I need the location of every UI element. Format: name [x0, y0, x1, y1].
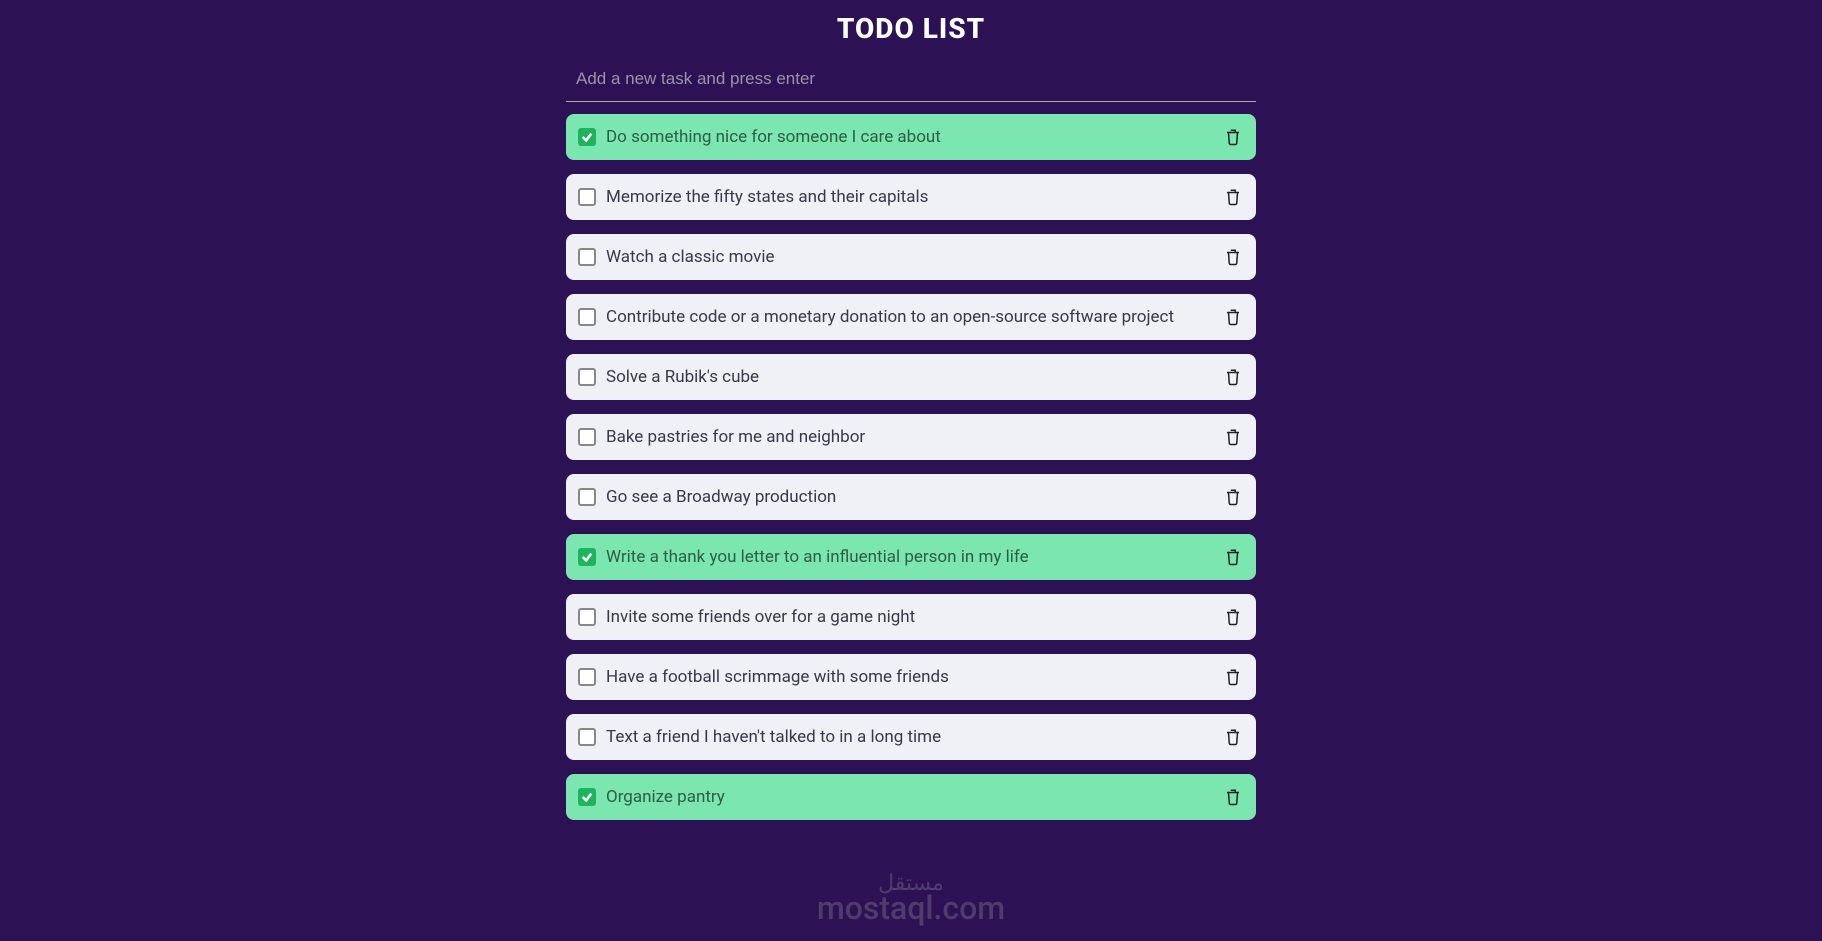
- delete-button[interactable]: [1222, 486, 1244, 508]
- task-checkbox[interactable]: [578, 728, 596, 746]
- task-row: Have a football scrimmage with some frie…: [566, 654, 1256, 700]
- task-checkbox[interactable]: [578, 368, 596, 386]
- watermark-line2: mostaql.com: [817, 894, 1005, 923]
- task-row: Write a thank you letter to an influenti…: [566, 534, 1256, 580]
- task-label: Watch a classic movie: [606, 247, 1222, 267]
- task-checkbox[interactable]: [578, 668, 596, 686]
- task-checkbox[interactable]: [578, 488, 596, 506]
- task-row: Do something nice for someone I care abo…: [566, 114, 1256, 160]
- delete-button[interactable]: [1222, 126, 1244, 148]
- task-row: Memorize the fifty states and their capi…: [566, 174, 1256, 220]
- delete-button[interactable]: [1222, 786, 1244, 808]
- task-list: Do something nice for someone I care abo…: [566, 114, 1256, 820]
- task-checkbox[interactable]: [578, 128, 596, 146]
- task-row: Contribute code or a monetary donation t…: [566, 294, 1256, 340]
- task-checkbox[interactable]: [578, 608, 596, 626]
- watermark: مستقل mostaql.com: [817, 874, 1005, 923]
- delete-button[interactable]: [1222, 426, 1244, 448]
- task-row: Invite some friends over for a game nigh…: [566, 594, 1256, 640]
- task-row: Watch a classic movie: [566, 234, 1256, 280]
- task-checkbox[interactable]: [578, 548, 596, 566]
- delete-button[interactable]: [1222, 546, 1244, 568]
- task-row: Text a friend I haven't talked to in a l…: [566, 714, 1256, 760]
- task-checkbox[interactable]: [578, 428, 596, 446]
- task-row: Solve a Rubik's cube: [566, 354, 1256, 400]
- task-label: Organize pantry: [606, 787, 1222, 807]
- task-checkbox[interactable]: [578, 788, 596, 806]
- task-row: Bake pastries for me and neighbor: [566, 414, 1256, 460]
- delete-button[interactable]: [1222, 366, 1244, 388]
- task-label: Invite some friends over for a game nigh…: [606, 607, 1222, 627]
- task-label: Memorize the fifty states and their capi…: [606, 187, 1222, 207]
- new-task-input-container: [566, 57, 1256, 102]
- task-row: Go see a Broadway production: [566, 474, 1256, 520]
- task-label: Write a thank you letter to an influenti…: [606, 547, 1222, 567]
- task-label: Do something nice for someone I care abo…: [606, 127, 1222, 147]
- delete-button[interactable]: [1222, 186, 1244, 208]
- task-label: Bake pastries for me and neighbor: [606, 427, 1222, 447]
- task-checkbox[interactable]: [578, 308, 596, 326]
- task-row: Organize pantry: [566, 774, 1256, 820]
- task-label: Have a football scrimmage with some frie…: [606, 667, 1222, 687]
- task-checkbox[interactable]: [578, 188, 596, 206]
- delete-button[interactable]: [1222, 606, 1244, 628]
- watermark-line1: مستقل: [817, 874, 1005, 894]
- delete-button[interactable]: [1222, 666, 1244, 688]
- task-label: Text a friend I haven't talked to in a l…: [606, 727, 1222, 747]
- delete-button[interactable]: [1222, 246, 1244, 268]
- page-title: TODO LIST: [566, 12, 1256, 45]
- new-task-input[interactable]: [566, 57, 1256, 101]
- task-label: Solve a Rubik's cube: [606, 367, 1222, 387]
- delete-button[interactable]: [1222, 726, 1244, 748]
- task-label: Contribute code or a monetary donation t…: [606, 307, 1222, 327]
- task-checkbox[interactable]: [578, 248, 596, 266]
- delete-button[interactable]: [1222, 306, 1244, 328]
- task-label: Go see a Broadway production: [606, 487, 1222, 507]
